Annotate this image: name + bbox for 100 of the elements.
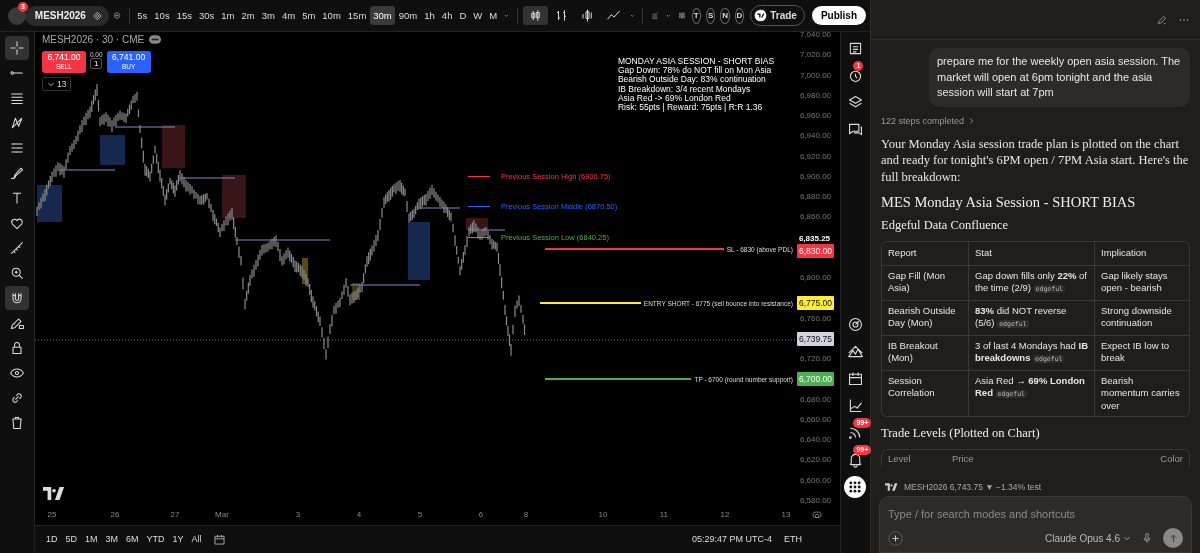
indicators-toggle[interactable]: 13 <box>41 77 72 91</box>
interval-button[interactable]: D <box>456 6 470 25</box>
session-box <box>351 283 360 300</box>
price-label: 6,940.00 <box>799 130 832 142</box>
interval-button[interactable]: 5s <box>134 6 151 25</box>
column-header: Price <box>952 453 975 464</box>
logo-icon <box>754 9 768 22</box>
grid-icon <box>848 480 863 494</box>
interval-button[interactable]: 5m <box>299 6 319 25</box>
send-button[interactable] <box>1163 528 1183 548</box>
annotation-text: IB Breakdown: 3/4 recent Mondays <box>617 84 752 94</box>
report-text: IB Breakout (Mon) <box>888 339 938 363</box>
price-tag: 6,700.00 <box>796 372 834 386</box>
add-icon[interactable] <box>888 530 903 546</box>
price-label: 6,900.00 <box>799 171 832 183</box>
magnet-tool-icon[interactable] <box>4 286 29 310</box>
price-label: 6,580.00 <box>799 495 832 507</box>
crosshair-tool-icon[interactable] <box>4 36 29 60</box>
message-input[interactable]: Type / for search modes and shortcuts Claude Opus 4.6 <box>879 496 1192 553</box>
range-line <box>349 284 421 286</box>
report-text: Bearish Outside Day (Mon) <box>888 304 956 328</box>
price-label: 6,680.00 <box>799 394 832 406</box>
edit-icon[interactable] <box>1156 13 1168 26</box>
interval-button[interactable]: 15s <box>173 6 195 25</box>
range-button[interactable]: 1D <box>42 531 61 547</box>
interval-button[interactable]: W <box>470 6 486 25</box>
quantity-field[interactable]: 1 <box>90 58 103 69</box>
diamond-icon <box>91 9 103 22</box>
price-label: 6,800.00 <box>799 272 832 284</box>
date-label: 3 <box>295 510 301 519</box>
model-selector[interactable]: Claude Opus 4.6 <box>1044 532 1131 544</box>
section-heading: Edgeful Data Confluence <box>881 218 1010 233</box>
target-icon[interactable] <box>846 315 864 333</box>
interval-button[interactable]: 15m <box>344 6 370 25</box>
price-label: 6,880.00 <box>799 191 832 203</box>
annotation-text: Risk: 55pts | Reward: 75pts | R:R 1.36 <box>617 103 764 113</box>
range-button[interactable]: 1M <box>81 531 101 547</box>
implication-text: Gap likely stays open - bearish <box>1101 269 1168 293</box>
ticker-text: MESH2026 6,743.75 ▼ −1.34% test <box>904 482 1042 492</box>
range-line <box>419 207 461 209</box>
response-paragraph: Your Monday Asia session trade plan is plotted on the chart and ready for tonight's 6PM open / 7PM Asia start. Here's the full breakdown: <box>881 135 1190 185</box>
annotation-text: Bearish Outside Day: 83% continuation <box>617 75 767 85</box>
interval-button[interactable]: 30s <box>196 6 218 25</box>
interval-button[interactable]: 2m <box>238 6 258 25</box>
date-label: 10 <box>598 510 608 519</box>
interval-button[interactable]: 1m <box>218 6 238 25</box>
date-label: 13 <box>781 510 791 519</box>
annotation-text: MONDAY ASIA SESSION - SHORT BIAS <box>617 57 775 66</box>
microphone-icon[interactable] <box>1141 532 1153 544</box>
publish-button[interactable]: Publish <box>811 6 866 25</box>
price-tag: 6,775.00 <box>796 296 834 310</box>
price-label: 7,040.00 <box>799 29 832 41</box>
steps-link[interactable]: 122 steps completed <box>881 115 976 126</box>
range-button[interactable]: 5D <box>62 531 80 547</box>
interval-button[interactable]: 30m <box>370 6 395 25</box>
chart-type-button[interactable] <box>522 6 548 25</box>
column-header: Stat <box>975 247 992 258</box>
range-button[interactable]: YTD <box>143 531 168 547</box>
interval-button[interactable]: 10m <box>319 6 344 25</box>
logo-icon <box>42 487 65 500</box>
chevron-icon <box>967 116 976 125</box>
settings-icon[interactable] <box>811 510 824 522</box>
column-header: Implication <box>1101 247 1147 258</box>
range-button[interactable]: 3M <box>102 531 121 547</box>
interval-button[interactable]: 4h <box>438 6 456 25</box>
interval-button[interactable]: 3m <box>258 6 278 25</box>
date-label: 11 <box>659 510 669 519</box>
session-box <box>407 222 430 280</box>
toggle-icon[interactable] <box>149 35 162 44</box>
hollow-chart-icon <box>579 8 595 23</box>
price-tag: 6,739.75 <box>796 332 834 346</box>
symbol-search-button[interactable]: MESH2026 <box>24 5 109 26</box>
interval-button[interactable]: 1h <box>421 6 438 25</box>
price-label: 6,835.25 <box>798 233 831 245</box>
interval-button[interactable]: 4m <box>278 6 299 25</box>
price-label: 7,000.00 <box>799 70 832 82</box>
interval-button[interactable]: M <box>486 6 501 25</box>
range-button[interactable]: 1Y <box>169 531 187 547</box>
date-range-icon[interactable] <box>212 532 226 546</box>
date-label: 26 <box>110 510 120 519</box>
price-label: 7,020.00 <box>799 49 832 61</box>
date-label: 27 <box>170 510 180 519</box>
session-toggle[interactable]: ETH <box>783 534 802 544</box>
range-button[interactable]: All <box>188 531 205 547</box>
avatar[interactable] <box>8 6 26 25</box>
caret-icon <box>46 80 55 88</box>
section-heading: Trade Levels (Plotted on Chart) <box>881 426 1041 441</box>
date-label: 25 <box>47 510 57 519</box>
report-text: Gap Fill (Mon Asia) <box>888 269 945 293</box>
range-button[interactable]: 6M <box>123 531 142 547</box>
session-box <box>161 125 185 168</box>
price-label: 6,640.00 <box>799 434 832 446</box>
interval-button[interactable]: 90m <box>395 6 421 25</box>
response-heading: MES Monday Asia Session - SHORT BIAS <box>881 194 1137 211</box>
implication-text: Expect IB low to break <box>1101 339 1170 363</box>
session-box <box>221 175 246 218</box>
apps-button[interactable] <box>844 476 867 498</box>
interval-button[interactable]: 10s <box>151 6 173 25</box>
price-label: 6,980.00 <box>799 90 832 102</box>
price-label: 6,960.00 <box>799 110 832 122</box>
